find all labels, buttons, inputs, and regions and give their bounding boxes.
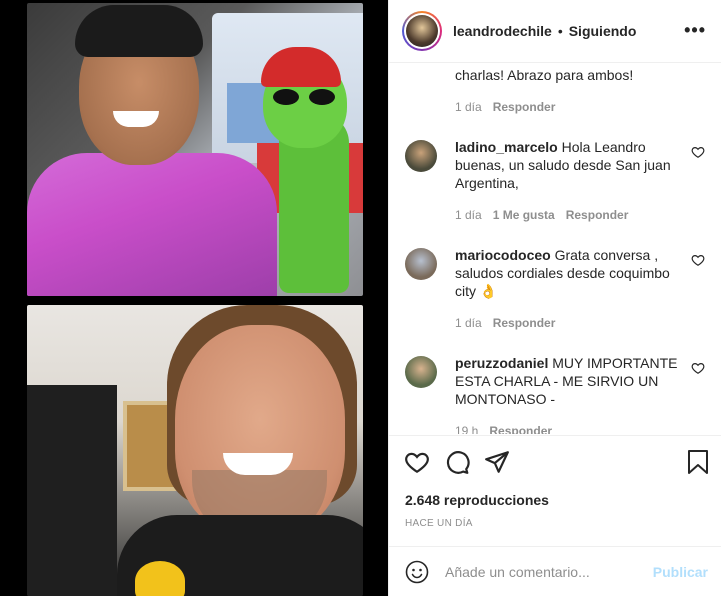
host-shirt xyxy=(27,153,277,296)
comment-username[interactable]: ladino_marcelo xyxy=(455,139,558,155)
comment-username[interactable]: mariocodoceo xyxy=(455,247,551,263)
comment-text: charlas! Abrazo para ambos! xyxy=(455,67,634,83)
comment-time: 1 día xyxy=(455,100,482,114)
heart-icon[interactable] xyxy=(404,449,430,475)
header-username[interactable]: leandrodechile xyxy=(453,23,552,39)
emoji-icon[interactable] xyxy=(405,560,429,584)
comment-content: peruzzodaniel MUY IMPORTANTE ESTA CHARLA… xyxy=(455,354,680,408)
guest-smile xyxy=(223,453,293,475)
bookmark-button[interactable] xyxy=(686,449,710,475)
reply-button[interactable]: Responder xyxy=(489,424,552,434)
comment-content: mariocodoceo Grata conversa , saludos co… xyxy=(455,246,680,300)
live-video-area[interactable] xyxy=(0,0,388,596)
profile-avatar[interactable] xyxy=(402,11,442,51)
comment-meta: 19 h Responder xyxy=(455,424,552,434)
commenter-avatar[interactable] xyxy=(405,248,437,280)
action-icons xyxy=(404,449,510,475)
likes-count[interactable]: 1 Me gusta xyxy=(493,208,555,222)
post-header: leandrodechile • Siguiendo ••• xyxy=(389,0,721,63)
following-button[interactable]: Siguiendo xyxy=(569,23,637,39)
comment-time: 1 día xyxy=(455,208,482,222)
shirt-logo xyxy=(135,561,185,596)
share-icon[interactable] xyxy=(484,449,510,475)
publish-button[interactable]: Publicar xyxy=(653,564,708,580)
post-actions: 2.648 reproducciones Hace un día Publica… xyxy=(389,435,721,595)
comment-time: 19 h xyxy=(455,424,479,434)
alien-eye-right xyxy=(309,89,335,105)
background-shelf xyxy=(27,385,117,596)
commenter-avatar[interactable] xyxy=(405,140,437,172)
like-heart-icon[interactable] xyxy=(691,253,705,267)
comment-time: 1 día xyxy=(455,316,482,330)
bookmark-icon[interactable] xyxy=(686,449,710,475)
comment-input[interactable] xyxy=(445,563,645,580)
views-count[interactable]: 2.648 reproducciones xyxy=(405,492,549,508)
reply-button[interactable]: Responder xyxy=(493,316,556,330)
commenter-avatar[interactable] xyxy=(405,356,437,388)
like-heart-icon[interactable] xyxy=(691,145,705,159)
instagram-post-window: leandrodechile • Siguiendo ••• charlas! … xyxy=(0,0,721,596)
comment-username[interactable]: peruzzodaniel xyxy=(455,355,548,371)
post-time[interactable]: Hace un día xyxy=(405,518,473,529)
comment-meta: 1 día Responder xyxy=(455,100,555,114)
comment-icon[interactable] xyxy=(444,449,470,475)
alien-eye-left xyxy=(273,89,299,105)
reply-button[interactable]: Responder xyxy=(566,208,629,222)
more-options-icon[interactable]: ••• xyxy=(684,20,706,41)
like-heart-icon[interactable] xyxy=(691,361,705,375)
host-hair xyxy=(75,5,203,57)
post-side-panel: leandrodechile • Siguiendo ••• charlas! … xyxy=(388,0,721,596)
comment-meta: 1 día 1 Me gusta Responder xyxy=(455,208,628,222)
header-separator: • xyxy=(557,23,563,39)
reply-button[interactable]: Responder xyxy=(493,100,556,114)
video-feed-guest xyxy=(27,305,363,596)
comment-meta: 1 día Responder xyxy=(455,316,555,330)
comment-composer: Publicar xyxy=(389,546,721,596)
video-feed-host xyxy=(27,3,363,296)
comment-content: ladino_marcelo Hola Leandro buenas, un s… xyxy=(455,138,680,192)
comments-list[interactable]: charlas! Abrazo para ambos! 1 día Respon… xyxy=(389,64,721,434)
